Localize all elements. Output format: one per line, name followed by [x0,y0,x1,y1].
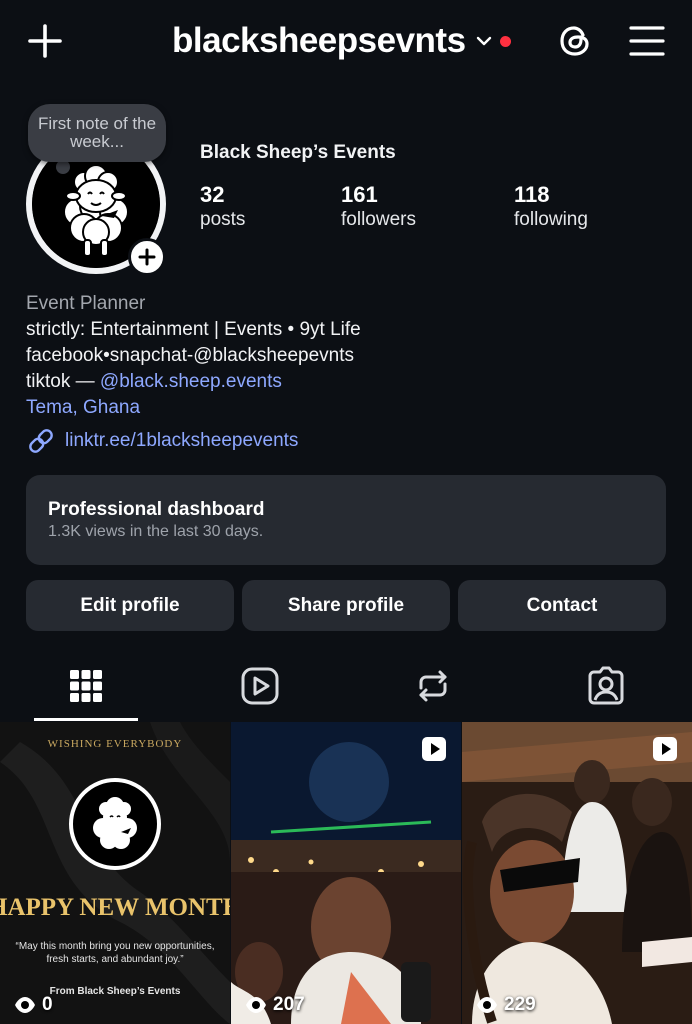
menu-icon[interactable] [628,24,666,58]
stat-followers[interactable]: 161 followers [341,182,416,232]
contact-button[interactable]: Contact [458,580,666,631]
grid-post[interactable]: WISHING EVERYBODY HAPPY NEW MONTH “May t… [0,722,230,1024]
post-quote: “May this month bring you new opportunit… [15,941,215,965]
grid-icon[interactable] [66,666,106,706]
link-icon [29,429,53,453]
post-thumbnail [231,722,461,1024]
post-thumbnail [0,722,230,1024]
bio-line: facebook•snapchat-@blacksheepevnts [26,345,355,366]
dashboard-subtitle: 1.3K views in the last 30 days. [48,523,264,540]
notification-dot [499,35,511,47]
bio-line: strictly: Entertainment | Events • 9yt L… [26,319,361,340]
reels-icon[interactable] [240,666,280,706]
sheep-logo-icon [69,778,161,870]
eye-icon [477,997,497,1013]
threads-icon[interactable] [556,22,594,60]
post-thumbnail [462,722,692,1024]
username-title: blacksheepsevnts [172,21,466,60]
grid-post[interactable]: 229 [462,722,692,1024]
note-bubble-tail [56,160,70,174]
grid-post[interactable]: 207 [231,722,461,1024]
account-switcher[interactable]: blacksheepsevnts [172,18,511,64]
post-headline: HAPPY NEW MONTH [0,894,230,921]
view-count: 229 [504,994,536,1015]
plus-icon[interactable] [26,22,64,60]
stat-value: 32 [200,182,225,207]
location-link[interactable]: Tema, Ghana [26,395,361,421]
stat-following[interactable]: 118 following [514,182,588,232]
tagged-icon[interactable] [586,666,626,706]
bio-text: tiktok — [26,371,100,392]
reel-badge-icon [653,737,677,761]
stat-label: following [514,209,588,230]
post-top-text: WISHING EVERYBODY [47,738,183,750]
stat-value: 161 [341,182,378,207]
dashboard-title: Professional dashboard [48,499,265,520]
reposts-icon[interactable] [413,666,453,706]
bio-category: Event Planner [26,293,146,314]
chevron-down-icon [476,36,491,46]
edit-profile-button[interactable]: Edit profile [26,580,234,631]
post-views: 0 [14,994,53,1016]
profile-tabs [0,660,692,722]
external-link[interactable]: linktr.ee/1blacksheepevents [26,426,298,456]
eye-icon [15,997,35,1013]
post-views: 229 [476,994,536,1016]
share-profile-button[interactable]: Share profile [242,580,450,631]
bio-line: tiktok — @black.sheep.events [26,369,361,395]
reel-badge-icon [422,737,446,761]
bio: Event Planner strictly: Entertainment | … [26,291,361,421]
active-tab-indicator [34,718,138,721]
posts-grid: WISHING EVERYBODY HAPPY NEW MONTH “May t… [0,722,692,1024]
eye-icon [246,997,266,1013]
stat-value: 118 [514,182,550,207]
view-count: 207 [273,994,305,1015]
plus-icon [138,248,156,266]
view-count: 0 [42,994,53,1015]
external-link-text: linktr.ee/1blacksheepevents [65,430,299,451]
stat-label: followers [341,209,416,230]
top-bar: blacksheepsevnts [0,0,692,84]
post-views: 207 [245,994,305,1016]
stat-label: posts [200,209,246,230]
stat-posts[interactable]: 32 posts [200,182,245,232]
display-name: Black Sheep’s Events [200,142,396,163]
add-story-button[interactable] [128,238,166,276]
professional-dashboard[interactable]: Professional dashboard 1.3K views in the… [26,475,666,565]
tiktok-mention-link[interactable]: @black.sheep.events [100,371,282,392]
note-bubble[interactable]: First note of the week... [28,104,166,162]
